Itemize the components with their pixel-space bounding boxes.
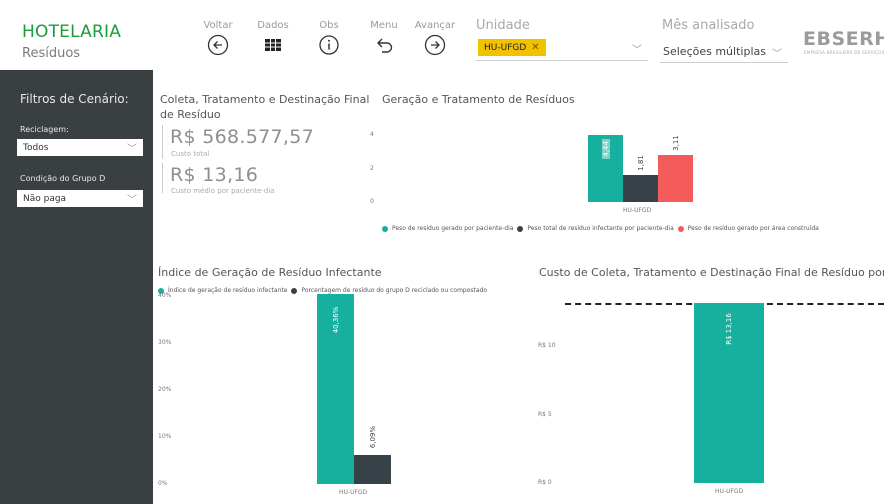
undo-arrow-icon [373, 34, 395, 56]
mes-value: Seleções múltiplas [663, 45, 766, 58]
kpi-avg-caption: Custo médio por paciente-dia [171, 187, 275, 195]
y-tick-label: 30% [158, 339, 172, 346]
menu-button[interactable]: Menu [359, 20, 409, 56]
kpi-title: Coleta, Tratamento e Destinação Final de… [160, 92, 369, 122]
arrow-left-circle-icon [207, 34, 229, 56]
bar-data-label: 6,09% [368, 426, 377, 449]
chart1-title: Geração e Tratamento de Resíduos [382, 93, 575, 106]
sidebar [0, 70, 153, 504]
y-tick-label: 0% [158, 480, 168, 487]
bar-data-label: 3,11 [671, 135, 680, 151]
data-label: Dados [257, 20, 289, 31]
page-subtitle: Resíduos [22, 46, 81, 61]
kpi-divider [162, 125, 163, 159]
forward-label: Avançar [414, 20, 456, 31]
y-tick-label: R$ 10 [538, 342, 556, 349]
obs-label: Obs [319, 20, 339, 31]
filter-grupo-d-label: Condição do Grupo D [20, 174, 106, 183]
kpi-avg-value: R$ 13,16 [170, 164, 259, 186]
legend-label: Porcentagem de resíduo do grupo D recicl… [301, 287, 488, 294]
x-tick-label: HU-UFGD [623, 207, 652, 214]
filter-reciclagem-dropdown[interactable]: Todos ﹀ [17, 139, 143, 156]
chart2-area: 0% 10% 20% 30% 40% 40,36% 6,09% HU-UFGD [155, 292, 525, 504]
bar [354, 455, 391, 484]
legend-item[interactable]: Índice de geração de resíduo infectante [158, 287, 287, 294]
forward-button[interactable]: Avançar [410, 20, 460, 56]
mes-slicer[interactable]: Seleções múltiplas ﹀ [660, 37, 788, 63]
kpi-total-value: R$ 568.577,57 [170, 126, 315, 148]
chart2-legend: Índice de geração de resíduo infectante … [158, 287, 487, 294]
filter-grupo-d-dropdown[interactable]: Não paga ﹀ [17, 190, 143, 207]
sidebar-title: Filtros de Cenário: [20, 92, 129, 106]
chart1-area: 0 2 4 4,44 1,81 3,11 HU-UFGD [370, 125, 870, 220]
kpi-total-caption: Custo total [171, 150, 210, 158]
kpi-divider [162, 163, 163, 193]
kpi-title-line2: de Resíduo [160, 108, 221, 121]
chevron-down-icon[interactable]: ﹀ [772, 45, 782, 60]
table-icon [262, 34, 284, 56]
ebserh-logo-subtitle: EMPRESA BRASILEIRA DE SERVIÇOS HOSPITALA… [804, 50, 884, 55]
chevron-down-icon[interactable]: ﹀ [632, 41, 642, 56]
legend-item[interactable]: Peso de resíduo gerado por paciente-dia [382, 225, 513, 232]
remove-chip-icon[interactable]: ✕ [531, 42, 539, 53]
filter-grupo-d-value: Não paga [23, 193, 67, 204]
x-tick-label: HU-UFGD [715, 488, 744, 495]
back-button[interactable]: Voltar [193, 20, 243, 56]
chart1-legend: Peso de resíduo gerado por paciente-dia … [382, 225, 819, 232]
bar-data-label: 1,81 [636, 154, 645, 171]
chevron-down-icon: ﹀ [127, 195, 137, 206]
page-title: HOTELARIA [22, 22, 122, 42]
bar-data-label: R$ 13,16 [725, 312, 733, 345]
info-circle-icon [318, 34, 340, 56]
mes-label: Mês analisado [662, 18, 755, 33]
bar [623, 174, 658, 202]
kpi-title-line1: Coleta, Tratamento e Destinação Final [160, 93, 370, 106]
legend-item[interactable]: Peso total de resíduo infectante por pac… [517, 225, 674, 232]
unidade-chip[interactable]: HU-UFGD ✕ [478, 39, 546, 56]
bar-data-label: 4,44 [601, 139, 610, 160]
chart3-area: R$ 0 R$ 5 R$ 10 R$ 13,16 HU-UFGD [535, 270, 884, 504]
y-tick-label: R$ 0 [538, 479, 552, 486]
legend-item[interactable]: Peso de resíduo gerado por área construí… [677, 225, 819, 232]
legend-item[interactable]: Porcentagem de resíduo do grupo D recicl… [291, 287, 487, 294]
data-button[interactable]: Dados [248, 20, 298, 56]
legend-label: Peso de resíduo gerado por paciente-dia [392, 225, 514, 232]
legend-dot [382, 225, 388, 232]
unidade-slicer[interactable]: HU-UFGD ✕ ﹀ [476, 35, 648, 61]
legend-dot [517, 225, 524, 232]
chevron-down-icon: ﹀ [127, 144, 137, 155]
y-tick-label: 4 [370, 131, 374, 138]
y-tick-label: 20% [158, 386, 172, 393]
y-tick-label: 10% [158, 433, 172, 440]
legend-label: Peso total de resíduo infectante por pac… [527, 225, 674, 232]
legend-dot [291, 287, 298, 294]
bar [658, 155, 693, 202]
filter-reciclagem-label: Reciclagem: [20, 125, 69, 134]
y-tick-label: 0 [370, 198, 374, 205]
unidade-chip-label: HU-UFGD [484, 42, 527, 53]
bar-data-label: 40,36% [331, 306, 340, 334]
legend-dot [677, 225, 684, 232]
ebserh-logo: EBSERH [803, 28, 884, 50]
arrow-right-circle-icon [424, 34, 446, 56]
chart2-title: Índice de Geração de Resíduo Infectante [158, 266, 382, 279]
filter-reciclagem-value: Todos [23, 142, 49, 153]
back-label: Voltar [203, 20, 233, 31]
y-tick-label: 2 [370, 164, 374, 172]
obs-button[interactable]: Obs [304, 20, 354, 56]
y-tick-label: R$ 5 [538, 410, 552, 418]
menu-label: Menu [370, 20, 398, 31]
y-tick-label: 40% [158, 292, 172, 299]
legend-label: Índice de geração de resíduo infectante [168, 287, 288, 294]
x-tick-label: HU-UFGD [339, 489, 368, 496]
unidade-label: Unidade [476, 18, 530, 33]
legend-label: Peso de resíduo gerado por área construí… [687, 225, 819, 232]
